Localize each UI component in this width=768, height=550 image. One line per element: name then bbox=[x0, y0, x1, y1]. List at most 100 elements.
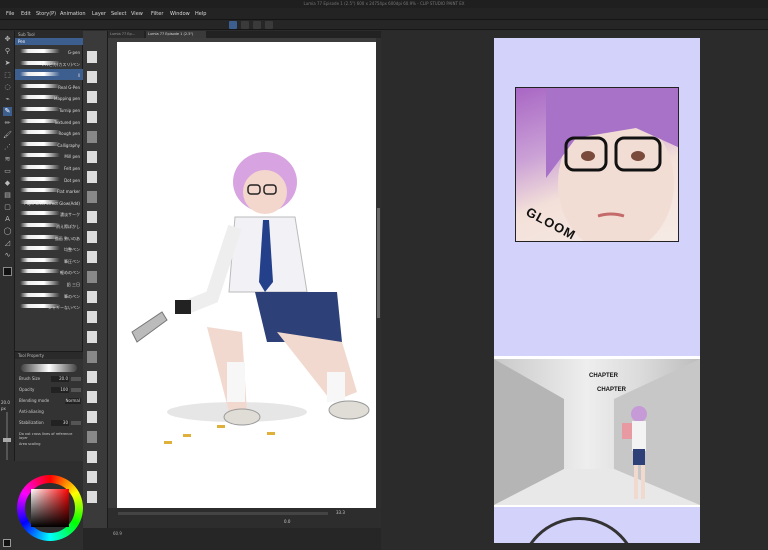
brush-item[interactable]: Calligraphy bbox=[15, 139, 83, 150]
eyedropper-tool-icon[interactable]: ⌁ bbox=[3, 95, 12, 104]
zoom-value[interactable]: 33.3 bbox=[336, 510, 345, 515]
layer-thumb[interactable] bbox=[87, 411, 97, 423]
opacity-spin[interactable] bbox=[71, 388, 81, 392]
blending-select[interactable]: Normal bbox=[65, 398, 81, 404]
color-wheel[interactable] bbox=[17, 475, 83, 541]
fill-tool-icon[interactable]: ◆ bbox=[3, 179, 12, 188]
brush-item[interactable]: ll bbox=[15, 69, 83, 81]
subtool-tab[interactable]: Sub Tool bbox=[15, 31, 83, 38]
layer-thumb[interactable] bbox=[87, 291, 97, 303]
brush-item[interactable]: Dot pen bbox=[15, 174, 83, 185]
brush-item[interactable]: Rough pen bbox=[15, 127, 83, 138]
brush-item[interactable]: 軽めのペン bbox=[15, 266, 83, 277]
gradient-tool-icon[interactable]: ▤ bbox=[3, 191, 12, 200]
opacity-row[interactable]: Opacity 100 bbox=[19, 387, 81, 395]
blending-row[interactable]: Blending mode Normal bbox=[19, 398, 81, 406]
main-color-swatch[interactable] bbox=[3, 267, 12, 276]
brush-item[interactable]: 消え際ぽかし bbox=[15, 220, 83, 231]
operation-tool-icon[interactable]: ➤ bbox=[3, 59, 12, 68]
menu-file[interactable]: File bbox=[6, 11, 14, 17]
layer-thumb[interactable] bbox=[87, 311, 97, 323]
brush-item[interactable]: Pupil Glow Effect Glow(Add) bbox=[15, 197, 83, 208]
brush-size-row[interactable]: Brush Size 20.0 bbox=[19, 376, 81, 384]
brush-item[interactable]: 濃淡サーク bbox=[15, 208, 83, 219]
layer-thumb[interactable] bbox=[87, 211, 97, 223]
webtoon-strip[interactable]: GLOOM CHAPTER CHAPTER bbox=[494, 38, 700, 543]
menu-edit[interactable]: Edit bbox=[21, 11, 31, 17]
eraser-tool-icon[interactable]: ▭ bbox=[3, 167, 12, 176]
antialias-row[interactable]: Anti-aliasing bbox=[19, 409, 81, 417]
brush-item[interactable]: Mill pen bbox=[15, 150, 83, 161]
layer-thumb[interactable] bbox=[87, 251, 97, 263]
menu-select[interactable]: Select bbox=[111, 11, 126, 17]
foreground-color-icon[interactable] bbox=[3, 539, 11, 547]
command-button[interactable] bbox=[265, 21, 273, 29]
stabilization-row[interactable]: Stabilization 30 bbox=[19, 420, 81, 428]
subtool-group-pen[interactable]: Pen bbox=[15, 38, 83, 45]
horizontal-scrollbar[interactable] bbox=[118, 512, 328, 515]
tool-property-tab[interactable]: Tool Property bbox=[15, 352, 83, 359]
layer-thumb[interactable] bbox=[87, 171, 97, 183]
zoom-tool-icon[interactable]: ⚲ bbox=[3, 47, 12, 56]
layer-thumb[interactable] bbox=[87, 471, 97, 483]
canvas-area[interactable] bbox=[108, 38, 381, 508]
brush-item[interactable]: 描画 勢いのあ bbox=[15, 232, 83, 243]
command-button[interactable] bbox=[253, 21, 261, 29]
rotation-value[interactable]: 0.0 bbox=[284, 519, 290, 524]
brush-item[interactable]: G-pen bbox=[15, 46, 83, 57]
menu-filter[interactable]: Filter bbox=[151, 11, 163, 17]
layer-thumb[interactable] bbox=[87, 371, 97, 383]
menu-animation[interactable]: Animation bbox=[60, 11, 86, 17]
pencil-tool-icon[interactable]: ✏ bbox=[3, 119, 12, 128]
brush-size-spin[interactable] bbox=[71, 377, 81, 381]
ruler-tool-icon[interactable]: ◿ bbox=[3, 239, 12, 248]
airbrush-tool-icon[interactable]: ⋰ bbox=[3, 143, 12, 152]
brush-item[interactable]: Flat marker bbox=[15, 185, 83, 196]
brush-size-field[interactable]: 20.0 bbox=[51, 376, 69, 382]
text-tool-icon[interactable]: A bbox=[3, 215, 12, 224]
brush-item[interactable]: 鉛 三日 bbox=[15, 278, 83, 289]
layer-thumb[interactable] bbox=[87, 231, 97, 243]
move-tool-icon[interactable]: ✥ bbox=[3, 35, 12, 44]
brush-item[interactable]: Textured pen bbox=[15, 116, 83, 127]
layer-thumb[interactable] bbox=[87, 111, 97, 123]
layer-thumb[interactable] bbox=[87, 451, 97, 463]
layer-thumb[interactable] bbox=[87, 151, 97, 163]
doc-tab[interactable]: Lumia 77 Ep... bbox=[108, 31, 144, 38]
opacity-field[interactable]: 100 bbox=[51, 387, 69, 393]
layer-thumb[interactable] bbox=[87, 351, 97, 363]
brush-size-slider[interactable]: 20.0 px bbox=[0, 400, 15, 462]
brush-item[interactable]: 筆のペン bbox=[15, 290, 83, 301]
stabilization-spin[interactable] bbox=[71, 421, 81, 425]
layer-thumb[interactable] bbox=[87, 71, 97, 83]
saturation-value-square[interactable] bbox=[31, 489, 69, 527]
brush-item[interactable]: Mapping pen bbox=[15, 92, 83, 103]
pen-tool-icon[interactable]: ✎ bbox=[3, 107, 12, 116]
brush-item[interactable]: 筆圧ペン bbox=[15, 255, 83, 266]
correct-line-tool-icon[interactable]: ∿ bbox=[3, 251, 12, 260]
brush-tool-icon[interactable]: 🖌 bbox=[3, 131, 12, 140]
layer-thumb[interactable] bbox=[87, 271, 97, 283]
canvas-paper[interactable] bbox=[117, 42, 379, 508]
layer-thumb[interactable] bbox=[87, 191, 97, 203]
area-scaling-row[interactable]: Area scaling bbox=[19, 442, 81, 450]
brush-item[interactable]: シャギーないペン bbox=[15, 301, 83, 312]
brush-item[interactable]: 均整ペン bbox=[15, 243, 83, 254]
layer-thumb[interactable] bbox=[87, 91, 97, 103]
menu-view[interactable]: View bbox=[131, 11, 143, 17]
menu-help[interactable]: Help bbox=[195, 11, 206, 17]
layer-thumb[interactable] bbox=[87, 431, 97, 443]
balloon-tool-icon[interactable]: ◯ bbox=[3, 227, 12, 236]
command-button[interactable] bbox=[229, 21, 237, 29]
blend-tool-icon[interactable]: ≋ bbox=[3, 155, 12, 164]
brush-item[interactable]: Felt pen bbox=[15, 162, 83, 173]
command-button[interactable] bbox=[241, 21, 249, 29]
slider-knob[interactable] bbox=[3, 438, 11, 442]
layer-thumb[interactable] bbox=[87, 331, 97, 343]
brush-item[interactable]: ツルピカ(カスリ)ペン bbox=[15, 58, 83, 69]
menu-layer[interactable]: Layer bbox=[92, 11, 106, 17]
layer-thumb[interactable] bbox=[87, 491, 97, 503]
scroll-thumb[interactable] bbox=[377, 208, 380, 318]
lasso-tool-icon[interactable]: ◌ bbox=[3, 83, 12, 92]
menu-window[interactable]: Window bbox=[170, 11, 190, 17]
